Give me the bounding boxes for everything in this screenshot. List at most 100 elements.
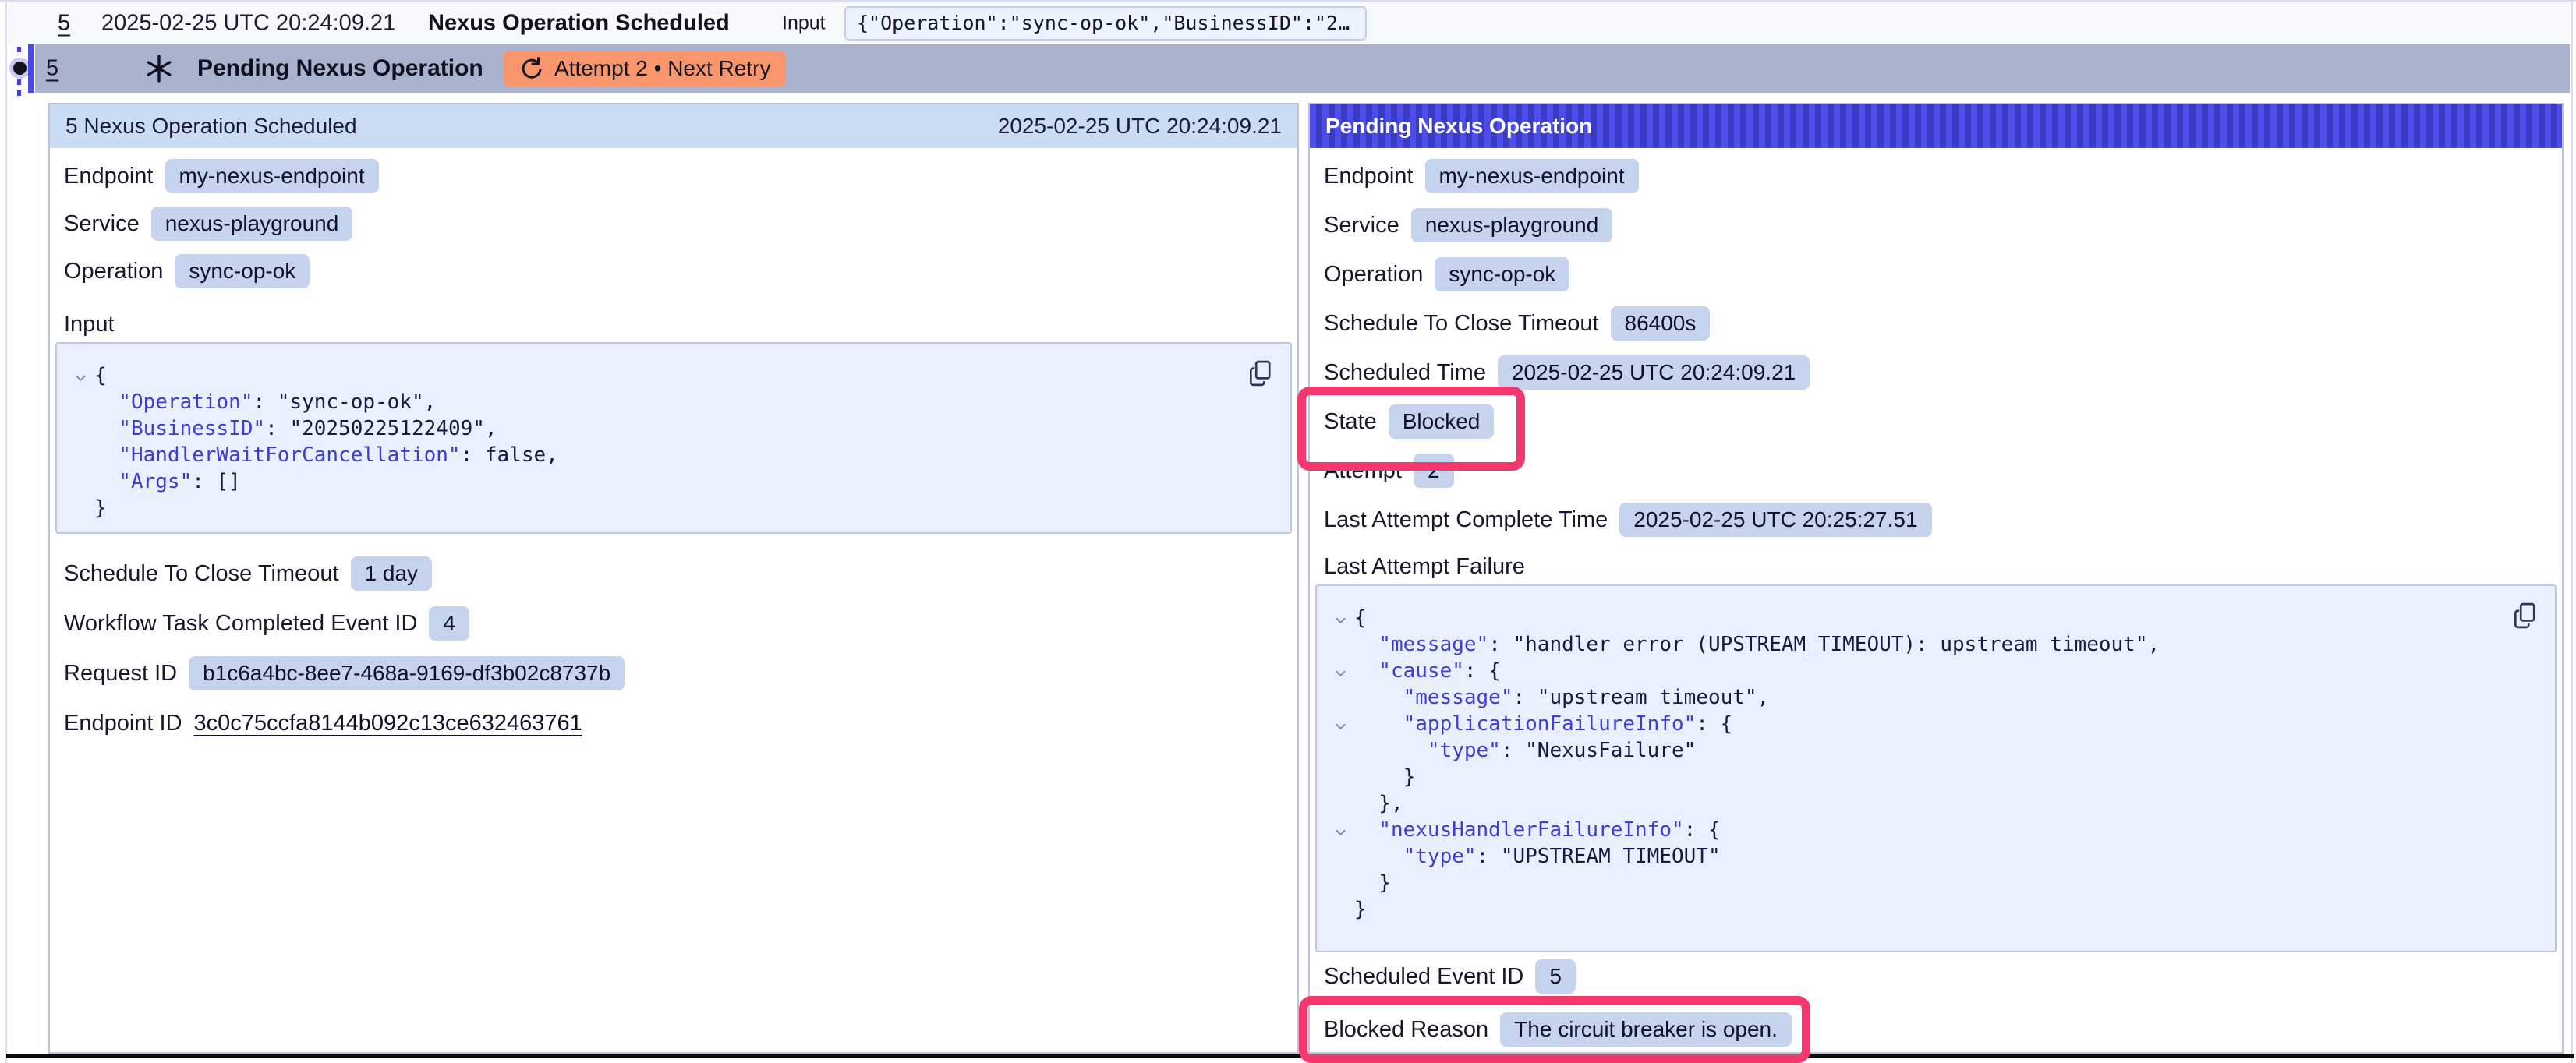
code-line: } [1326, 896, 2508, 923]
code-line-text: } [1354, 764, 1415, 790]
code-line-text: "type": "UPSTREAM_TIMEOUT" [1354, 843, 1721, 870]
field-label: Operation [1324, 262, 1423, 288]
code-line-text: } [1354, 870, 1391, 896]
field-row: Operation sync-op-ok [64, 254, 1297, 288]
code-line-text: "HandlerWaitForCancellation": false, [94, 442, 558, 468]
code-line: "BusinessID": "20250225122409", [66, 415, 1244, 442]
event-detail-header-title: 5 Nexus Operation Scheduled [65, 114, 357, 139]
pending-operation-header: Pending Nexus Operation [1310, 104, 2562, 148]
code-line-text: "nexusHandlerFailureInfo": { [1354, 817, 1721, 843]
event-id-link[interactable]: 5 [58, 10, 70, 36]
code-line: "Operation": "sync-op-ok", [66, 389, 1244, 415]
code-line: "type": "UPSTREAM_TIMEOUT" [1326, 843, 2508, 870]
field-row: Last Attempt Complete Time 2025-02-25 UT… [1324, 503, 2562, 537]
collapse-toggle-icon[interactable] [1326, 711, 1354, 737]
code-line-text: } [94, 495, 107, 521]
field-value: 2025-02-25 UTC 20:24:09.21 [1498, 355, 1810, 390]
field-label: Attempt [1324, 458, 1402, 484]
code-line: "type": "NexusFailure" [1326, 737, 2508, 764]
code-line: } [66, 495, 1244, 521]
field-row: Endpoint ID 3c0c75ccfa8144b092c13ce63246… [64, 706, 1297, 740]
collapse-toggle-icon[interactable] [1326, 605, 1354, 631]
copy-failure-button[interactable] [2511, 602, 2538, 631]
collapse-gutter [1326, 764, 1354, 790]
field-row: Scheduled Event ID 5 [1324, 959, 2562, 994]
field-row: Attempt 2 [1324, 454, 2562, 488]
code-line: "cause": { [1326, 658, 2508, 684]
collapse-gutter [66, 442, 94, 468]
event-detail-header-timestamp: 2025-02-25 UTC 20:24:09.21 [998, 114, 1282, 139]
field-label: Scheduled Event ID [1324, 964, 1523, 990]
field-value: sync-op-ok [175, 254, 310, 288]
collapse-gutter [1326, 737, 1354, 764]
code-line-text: "message": "handler error (UPSTREAM_TIME… [1354, 631, 2160, 658]
code-line: } [1326, 870, 2508, 896]
failure-json-block: { "message": "handler error (UPSTREAM_TI… [1315, 584, 2557, 952]
code-line: "nexusHandlerFailureInfo": { [1326, 817, 2508, 843]
field-label: Blocked Reason [1324, 1017, 1488, 1043]
field-label: State [1324, 409, 1377, 435]
code-line: { [1326, 605, 2508, 631]
endpoint-id-link[interactable]: 3c0c75ccfa8144b092c13ce632463761 [194, 711, 582, 736]
field-row: Endpoint my-nexus-endpoint [64, 159, 1297, 193]
field-value: sync-op-ok [1435, 257, 1569, 291]
collapse-toggle-icon[interactable] [1326, 658, 1354, 684]
field-value: 2 [1414, 454, 1454, 488]
code-line-text: { [94, 362, 107, 389]
pending-operation-row[interactable]: 5 Pending Nexus Operation Attempt 2 • Ne… [35, 44, 2570, 93]
failure-json-lines: { "message": "handler error (UPSTREAM_TI… [1326, 605, 2508, 923]
nexus-asterisk-icon [144, 54, 174, 83]
field-value: Blocked [1389, 404, 1495, 439]
field-row: Service nexus-playground [1324, 208, 2562, 242]
field-value: 2025-02-25 UTC 20:25:27.51 [1619, 503, 1931, 537]
collapse-toggle-icon[interactable] [66, 362, 94, 389]
event-input-preview-chip[interactable]: {"Operation":"sync-op-ok","BusinessID":"… [844, 6, 1367, 41]
code-line-text: "BusinessID": "20250225122409", [94, 415, 497, 442]
temporal-workflow-history-screen: 5 2025-02-25 UTC 20:24:09.21 Nexus Opera… [0, 0, 2576, 1063]
code-line: }, [1326, 790, 2508, 817]
refresh-icon [518, 56, 543, 81]
field-label: Schedule To Close Timeout [64, 561, 339, 587]
collapse-gutter [66, 495, 94, 521]
code-line: "message": "handler error (UPSTREAM_TIME… [1326, 631, 2508, 658]
collapse-gutter [1326, 843, 1354, 870]
code-line: { [66, 362, 1244, 389]
field-row: Operation sync-op-ok [1324, 257, 2562, 291]
collapse-gutter [1326, 790, 1354, 817]
code-line-text: "type": "NexusFailure" [1354, 737, 1696, 764]
retry-badge: Attempt 2 • Next Retry [503, 51, 786, 87]
field-label: Request ID [64, 661, 177, 687]
pending-operation-title: Pending Nexus Operation [197, 55, 483, 82]
pending-operation-panel: Pending Nexus Operation Endpoint my-nexu… [1308, 103, 2564, 1054]
collapse-toggle-icon[interactable] [1326, 817, 1354, 843]
code-line: "applicationFailureInfo": { [1326, 711, 2508, 737]
code-line-text: "message": "upstream timeout", [1354, 684, 1769, 711]
code-line-text: "cause": { [1354, 658, 1501, 684]
field-label: Scheduled Time [1324, 360, 1486, 386]
copy-input-button[interactable] [1247, 359, 1273, 389]
field-row: Blocked Reason The circuit breaker is op… [1324, 1012, 2562, 1047]
code-line: "Args": [] [66, 468, 1244, 495]
code-line-text: }, [1354, 790, 1403, 817]
code-line-text: "Args": [] [94, 468, 241, 495]
code-line-text: { [1354, 605, 1367, 631]
code-line-text: "Operation": "sync-op-ok", [94, 389, 436, 415]
pending-operation-header-title: Pending Nexus Operation [1325, 114, 1592, 139]
right-border [2571, 0, 2573, 1063]
input-section-label: Input [64, 312, 1297, 337]
collapse-gutter [66, 468, 94, 495]
pending-event-id-link[interactable]: 5 [46, 56, 58, 82]
pending-fields-top: Endpoint my-nexus-endpoint Service nexus… [1310, 159, 2562, 537]
field-label: Operation [64, 259, 163, 284]
event-title: Nexus Operation Scheduled [428, 10, 730, 36]
event-summary-row[interactable]: 5 2025-02-25 UTC 20:24:09.21 Nexus Opera… [8, 2, 2570, 44]
field-label: Workflow Task Completed Event ID [64, 611, 417, 637]
field-label: Endpoint [1324, 164, 1414, 189]
field-label: Endpoint ID [64, 711, 182, 736]
field-label: Last Attempt Complete Time [1324, 507, 1608, 533]
field-row: Service nexus-playground [64, 207, 1297, 241]
field-label: Service [1324, 213, 1399, 238]
field-row: Schedule To Close Timeout 86400s [1324, 306, 2562, 341]
timeline-node-current [9, 58, 30, 79]
collapse-gutter [1326, 631, 1354, 658]
